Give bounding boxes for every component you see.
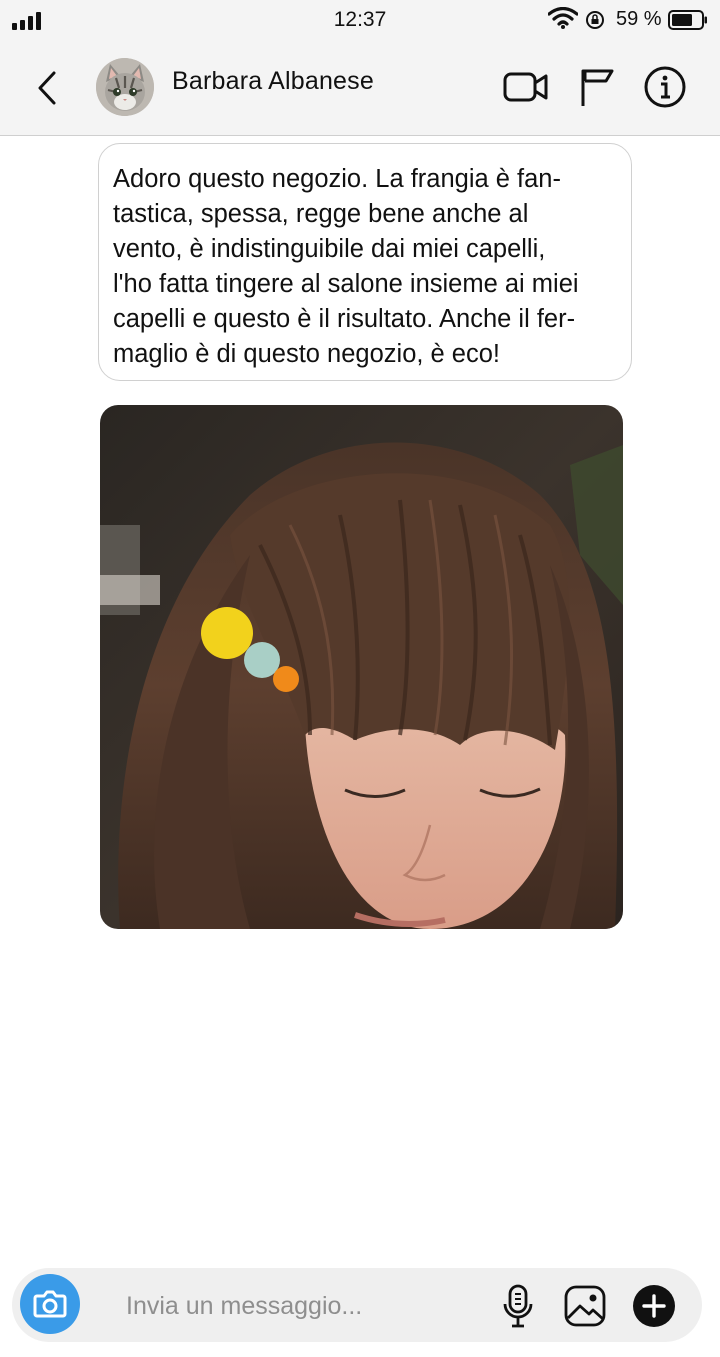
- status-bar: 12:37 59 %: [0, 0, 720, 40]
- message-text: Adoro questo negozio. La frangia è fan- …: [113, 162, 619, 372]
- gallery-icon[interactable]: [563, 1284, 607, 1328]
- message-line: l'ho fatta tingere al salone insieme ai …: [113, 270, 579, 298]
- kitten-avatar-icon: [96, 58, 154, 116]
- wifi-icon: [548, 7, 578, 29]
- flag-icon[interactable]: [576, 66, 622, 108]
- battery-icon: [668, 10, 707, 30]
- avatar[interactable]: [96, 58, 154, 116]
- message-composer: Invia un messaggio...: [12, 1268, 702, 1342]
- plus-icon[interactable]: [631, 1283, 677, 1329]
- contact-name[interactable]: Barbara Albanese: [172, 67, 374, 96]
- hair-photo: [100, 405, 623, 929]
- clock: 12:37: [333, 8, 387, 31]
- battery-percentage: 59 %: [616, 8, 662, 30]
- info-icon[interactable]: [642, 66, 688, 108]
- message-input[interactable]: Invia un messaggio...: [126, 1292, 486, 1324]
- message-line: Adoro questo negozio. La frangia è fan-: [113, 165, 561, 193]
- chat-header: Barbara Albanese: [0, 40, 720, 136]
- message-line: capelli e questo è il risultato. Anche i…: [113, 305, 576, 333]
- microphone-icon[interactable]: [501, 1284, 535, 1328]
- rotation-lock-icon: [586, 11, 604, 29]
- message-line: vento, è indistinguibile dai miei capell…: [113, 235, 546, 263]
- message-line: tastica, spessa, regge bene anche al: [113, 200, 529, 228]
- camera-button[interactable]: [20, 1274, 80, 1334]
- camera-icon: [33, 1290, 67, 1318]
- photo-message[interactable]: [100, 405, 623, 929]
- video-call-icon[interactable]: [503, 66, 549, 108]
- back-chevron-icon[interactable]: [30, 68, 64, 108]
- message-line: maglio è di questo negozio, è eco!: [113, 340, 501, 368]
- message-bubble[interactable]: Adoro questo negozio. La frangia è fan- …: [98, 143, 632, 381]
